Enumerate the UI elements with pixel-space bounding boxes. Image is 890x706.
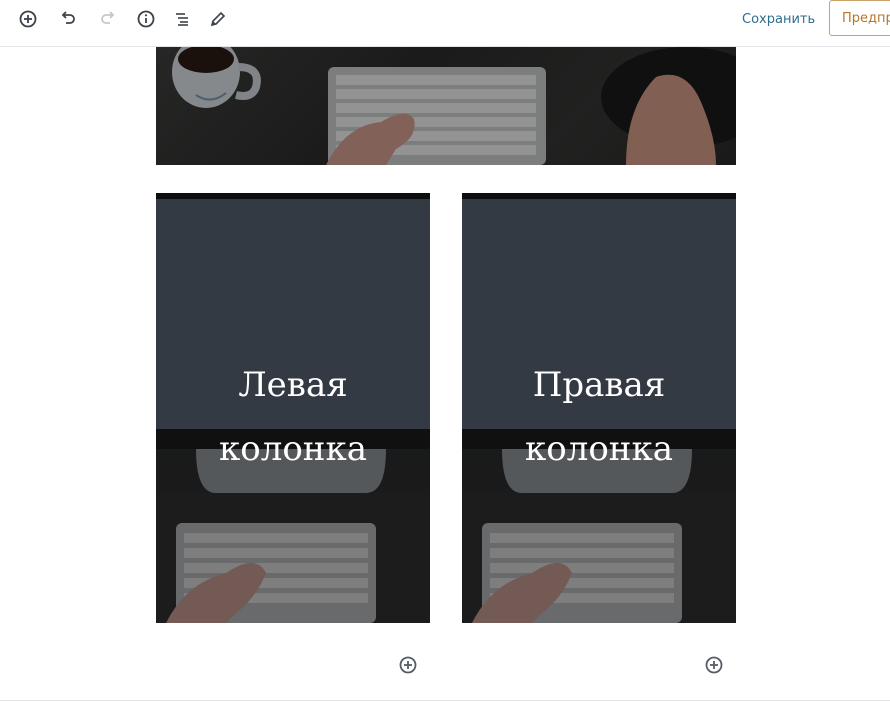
right-column-title[interactable]: Правая колонка — [462, 353, 736, 481]
keyboard-photo — [156, 47, 736, 165]
right-column-title-line2: колонка — [525, 429, 673, 469]
outline-button[interactable] — [170, 7, 194, 31]
right-column-title-line1: Правая — [532, 365, 666, 405]
add-block-icon — [705, 656, 723, 674]
preview-button[interactable]: Предпросмотр — [829, 0, 890, 36]
edit-button[interactable] — [206, 7, 230, 31]
left-column-title-line1: Левая — [238, 365, 348, 405]
save-button[interactable]: Сохранить — [742, 12, 815, 27]
add-block-icon — [19, 10, 37, 28]
left-column-title-line2: колонка — [219, 429, 367, 469]
edit-icon — [210, 11, 226, 27]
left-column-add-block-button[interactable] — [398, 655, 418, 675]
right-column-cover[interactable]: Правая колонка — [462, 193, 736, 623]
add-block-icon — [399, 656, 417, 674]
bottom-divider — [0, 700, 890, 701]
redo-icon — [101, 11, 115, 24]
hero-image[interactable] — [156, 47, 736, 165]
editor-toolbar: Сохранить Предпросмотр — [0, 0, 890, 47]
redo-button[interactable] — [96, 7, 120, 31]
info-icon — [137, 10, 155, 28]
left-column-title[interactable]: Левая колонка — [156, 353, 430, 481]
right-column-add-block-button[interactable] — [704, 655, 724, 675]
undo-icon — [61, 11, 75, 24]
add-block-button[interactable] — [16, 7, 40, 31]
info-button[interactable] — [134, 7, 158, 31]
left-column-cover[interactable]: Левая колонка — [156, 193, 430, 623]
outline-icon — [176, 13, 188, 26]
undo-button[interactable] — [56, 7, 80, 31]
